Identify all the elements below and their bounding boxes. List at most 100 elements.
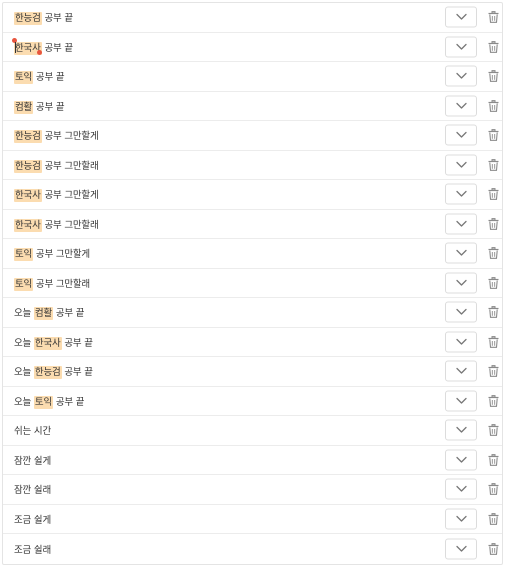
trash-icon[interactable]	[488, 188, 499, 201]
phrase-text: 공부 끝	[33, 72, 65, 84]
text-cursor	[15, 41, 16, 53]
dropdown-button[interactable]	[445, 390, 477, 412]
phrase-text: 오늘	[14, 396, 34, 408]
phrase-label: 한능검 공부 그만할래	[14, 158, 99, 173]
chevron-down-icon	[455, 456, 467, 463]
trash-icon[interactable]	[488, 99, 499, 112]
dropdown-button[interactable]	[445, 36, 477, 58]
chevron-down-icon	[455, 486, 467, 493]
phrase-label: 오늘 토익 공부 끝	[14, 394, 85, 409]
highlight-keyword: 한능검	[33, 366, 62, 380]
dropdown-button[interactable]	[445, 538, 477, 560]
dropdown-button[interactable]	[445, 272, 477, 294]
highlight-keyword: 한국사	[14, 218, 42, 232]
trash-icon[interactable]	[488, 217, 499, 230]
chevron-down-icon	[455, 338, 467, 345]
dropdown-button[interactable]	[445, 124, 477, 146]
phrase-label: 쉬는 시간	[14, 423, 51, 437]
trash-icon[interactable]	[488, 424, 499, 437]
highlight-keyword: 한능검	[14, 159, 42, 173]
highlight-keyword: 토익	[33, 395, 53, 409]
phrase-text: 공부 그만할게	[41, 131, 99, 143]
dropdown-button[interactable]	[445, 331, 477, 353]
trash-icon[interactable]	[488, 70, 499, 83]
list-item: 한국사 공부 끝	[3, 33, 502, 62]
phrase-label: 한능검 공부 그만할게	[14, 128, 99, 144]
phrase-text: 오늘	[14, 337, 34, 349]
trash-icon[interactable]	[488, 276, 499, 289]
trash-icon[interactable]	[488, 394, 499, 407]
chevron-down-icon	[455, 309, 467, 316]
chevron-down-icon	[455, 132, 467, 139]
dropdown-button[interactable]	[445, 183, 477, 205]
dropdown-button[interactable]	[445, 242, 477, 264]
chevron-down-icon	[455, 427, 467, 434]
dropdown-button[interactable]	[445, 449, 477, 471]
phrase-text: 공부 그만할게	[41, 190, 99, 202]
selection-end-handle[interactable]	[37, 49, 42, 55]
trash-icon[interactable]	[488, 483, 499, 496]
chevron-down-icon	[455, 545, 467, 552]
trash-icon[interactable]	[488, 129, 499, 142]
trash-icon[interactable]	[488, 335, 499, 348]
dropdown-button[interactable]	[445, 65, 477, 87]
phrase-text: 공부 그만할게	[33, 249, 90, 261]
highlight-keyword: 한국사	[33, 336, 62, 350]
trash-icon[interactable]	[488, 11, 499, 24]
chevron-down-icon	[455, 102, 467, 109]
trash-icon[interactable]	[488, 512, 499, 525]
phrase-text: 공부 끝	[41, 42, 73, 54]
list-item: 오늘 한능검 공부 끝	[3, 357, 502, 387]
trash-icon[interactable]	[488, 158, 499, 171]
trash-icon[interactable]	[488, 306, 499, 319]
trash-icon[interactable]	[488, 40, 499, 53]
list-item: 토익 공부 그만할래	[3, 269, 502, 298]
list-item: 한능검 공부 끝	[3, 3, 502, 33]
list-item: 토익 공부 끝	[3, 62, 502, 92]
dropdown-button[interactable]	[445, 95, 477, 117]
trash-icon[interactable]	[488, 365, 499, 378]
phrase-list: 한능검 공부 끝 한국사 공부 끝 토익 공부 끝 컴활 공부 끝 한능검 공부 그만할…	[2, 2, 503, 565]
chevron-down-icon	[455, 250, 467, 257]
chevron-down-icon	[455, 161, 467, 168]
chevron-down-icon	[455, 397, 467, 404]
phrase-label: 한국사 공부 그만할래	[14, 217, 99, 232]
phrase-label: 잠깐 쉴래	[14, 482, 51, 496]
phrase-label: 토익 공부 그만할래	[14, 276, 90, 291]
phrase-text: 오늘	[14, 308, 34, 320]
phrase-text: 공부 그만할래	[41, 160, 99, 172]
list-item: 토익 공부 그만할게	[3, 239, 502, 269]
list-item: 한국사 공부 그만할래	[3, 210, 502, 239]
phrase-text: 공부 그만할래	[41, 219, 99, 231]
dropdown-button[interactable]	[445, 213, 477, 235]
phrase-text: 오늘	[14, 367, 34, 379]
phrase-text: 공부 그만할래	[33, 278, 90, 290]
dropdown-button[interactable]	[445, 6, 477, 28]
trash-icon[interactable]	[488, 542, 499, 555]
dropdown-button[interactable]	[445, 508, 477, 530]
phrase-text: 공부 끝	[53, 396, 85, 408]
phrase-label: 조금 쉴게	[14, 512, 51, 526]
phrase-label: 조금 쉴래	[14, 542, 51, 556]
list-item: 조금 쉴래	[3, 534, 502, 564]
highlight-keyword: 컴활	[33, 307, 53, 321]
trash-icon[interactable]	[488, 453, 499, 466]
highlight-keyword: 컴활	[14, 100, 34, 114]
dropdown-button[interactable]	[445, 419, 477, 441]
dropdown-button[interactable]	[445, 478, 477, 500]
phrase-label[interactable]: 한국사 공부 끝	[14, 40, 73, 55]
phrase-text: 잠깐 쉴래	[14, 485, 51, 497]
list-item: 오늘 한국사 공부 끝	[3, 328, 502, 357]
phrase-text: 조금 쉴게	[14, 514, 51, 526]
list-item: 오늘 컴활 공부 끝	[3, 298, 502, 328]
trash-icon[interactable]	[488, 247, 499, 260]
chevron-down-icon	[455, 515, 467, 522]
dropdown-button[interactable]	[445, 360, 477, 382]
phrase-text: 잠깐 쉴게	[14, 455, 51, 467]
list-item: 잠깐 쉴게	[3, 446, 502, 475]
dropdown-button[interactable]	[445, 154, 477, 176]
phrase-text: 공부 끝	[61, 367, 93, 379]
list-item: 한능검 공부 그만할게	[3, 121, 502, 151]
dropdown-button[interactable]	[445, 301, 477, 323]
list-item: 잠깐 쉴래	[3, 475, 502, 505]
